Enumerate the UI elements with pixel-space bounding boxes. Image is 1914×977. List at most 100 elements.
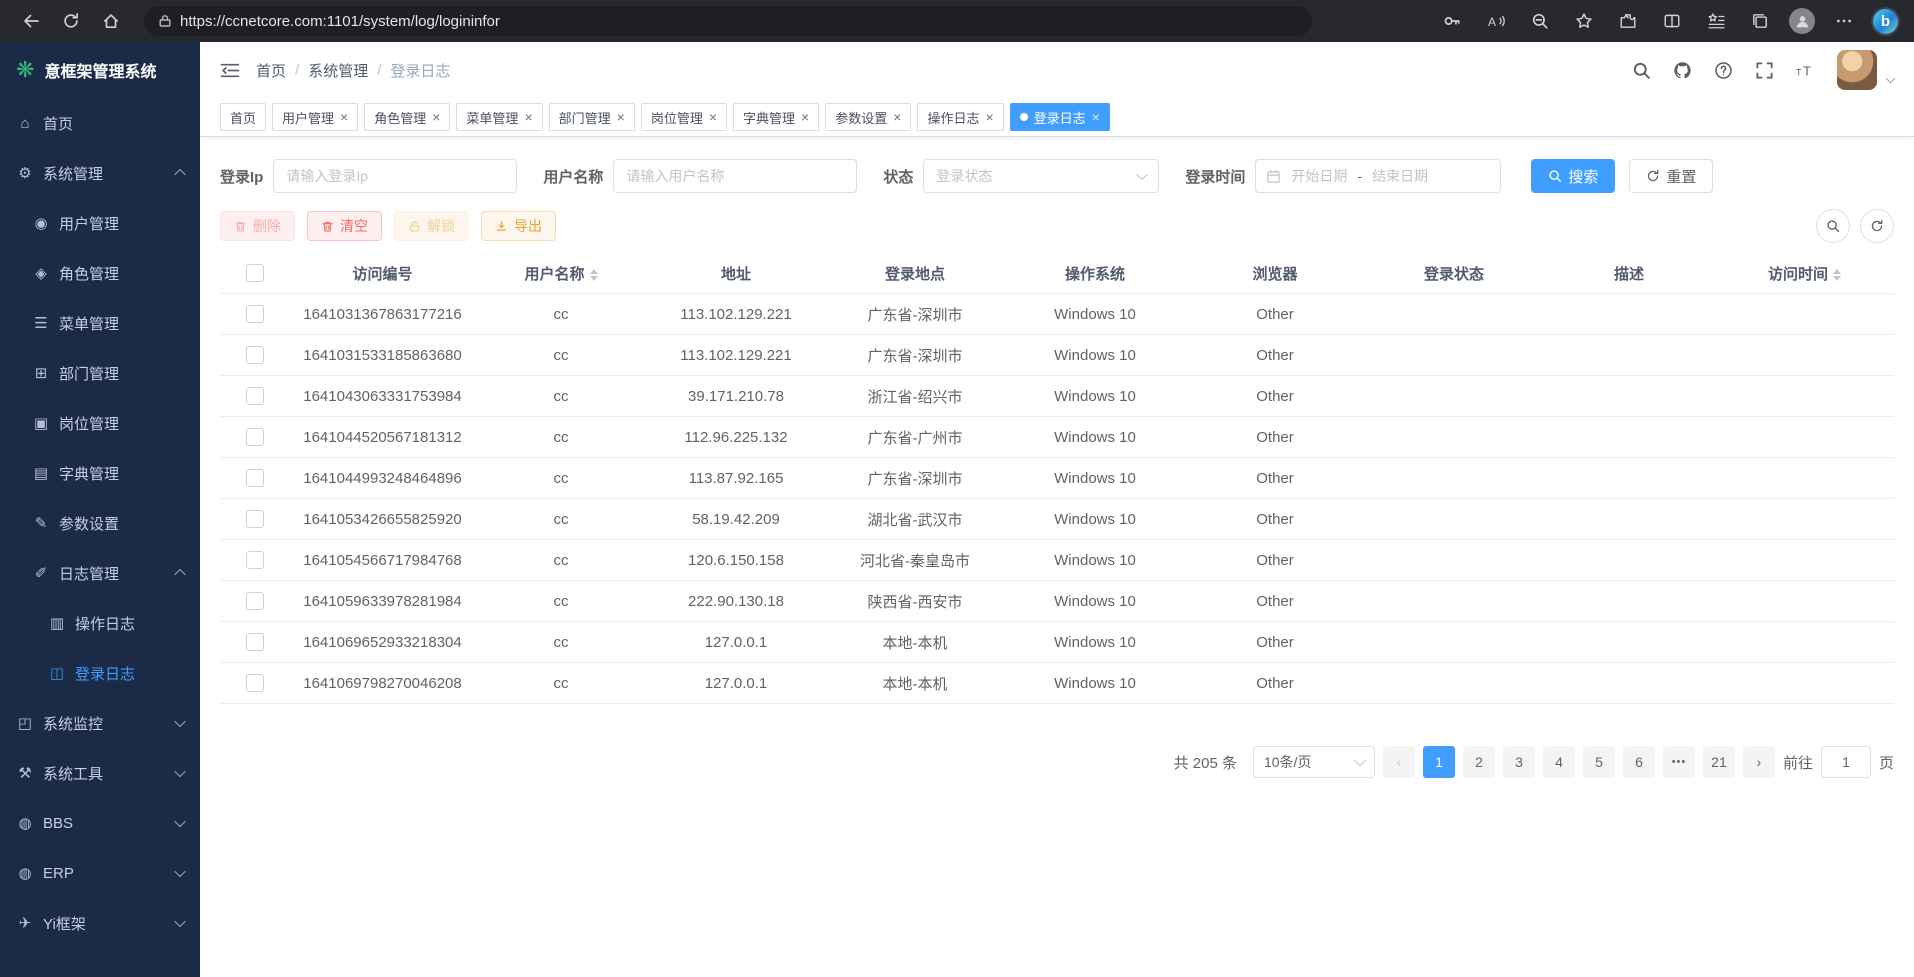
sidebar-item-operation-log[interactable]: ▥操作日志: [0, 598, 200, 648]
user-avatar[interactable]: [1837, 50, 1877, 90]
row-checkbox[interactable]: [246, 592, 264, 610]
collapse-sidebar-icon[interactable]: [220, 62, 240, 79]
sidebar-item-department-management[interactable]: ⊞部门管理: [0, 348, 200, 398]
tab-role-management[interactable]: 角色管理×: [364, 103, 450, 131]
bing-icon[interactable]: b: [1873, 9, 1898, 34]
help-icon[interactable]: [1714, 61, 1733, 80]
tab-dict-management[interactable]: 字典管理×: [733, 103, 819, 131]
tab-close-icon[interactable]: ×: [432, 110, 440, 124]
fullscreen-icon[interactable]: [1755, 61, 1774, 80]
tab-close-icon[interactable]: ×: [709, 110, 717, 124]
sidebar-item-param-settings[interactable]: ✎参数设置: [0, 498, 200, 548]
tab-close-icon[interactable]: ×: [985, 110, 993, 124]
zoom-out-icon[interactable]: [1525, 6, 1555, 36]
sidebar-item-bbs[interactable]: ◍BBS: [0, 798, 200, 848]
sidebar-item-system-management[interactable]: ⚙系统管理: [0, 148, 200, 198]
browser-refresh-icon[interactable]: [56, 6, 86, 36]
start-date-placeholder[interactable]: 开始日期: [1291, 166, 1347, 186]
sidebar-item-log-management[interactable]: ✐日志管理: [0, 548, 200, 598]
prev-page-button[interactable]: ‹: [1383, 746, 1415, 778]
row-checkbox[interactable]: [246, 387, 264, 405]
clear-button[interactable]: 清空: [307, 211, 382, 241]
sidebar-item-home[interactable]: ⌂首页: [0, 98, 200, 148]
browser-home-icon[interactable]: [96, 6, 126, 36]
page-size-select[interactable]: 10条/页: [1253, 746, 1375, 778]
sort-icon[interactable]: [1833, 269, 1841, 281]
breadcrumb-home[interactable]: 首页: [256, 60, 286, 81]
sidebar-item-erp[interactable]: ◍ERP: [0, 848, 200, 898]
read-aloud-icon[interactable]: A: [1481, 6, 1511, 36]
tab-close-icon[interactable]: ×: [340, 110, 348, 124]
tab-menu-management[interactable]: 菜单管理×: [456, 103, 542, 131]
password-key-icon[interactable]: [1437, 6, 1467, 36]
select-all-checkbox[interactable]: [246, 264, 264, 282]
export-button[interactable]: 导出: [481, 211, 556, 241]
next-page-button[interactable]: ›: [1743, 746, 1775, 778]
row-checkbox[interactable]: [246, 674, 264, 692]
tab-close-icon[interactable]: ×: [1092, 110, 1100, 124]
url-text[interactable]: https://ccnetcore.com:1101/system/log/lo…: [180, 13, 500, 30]
sidebar-item-dict-management[interactable]: ▤字典管理: [0, 448, 200, 498]
collections-icon[interactable]: [1745, 6, 1775, 36]
font-size-icon[interactable]: TT: [1796, 61, 1815, 80]
add-favorite-icon[interactable]: [1569, 6, 1599, 36]
sidebar-item-user-management[interactable]: ◉用户管理: [0, 198, 200, 248]
row-checkbox[interactable]: [246, 428, 264, 446]
sidebar-item-login-log[interactable]: ◫登录日志: [0, 648, 200, 698]
end-date-placeholder[interactable]: 结束日期: [1372, 166, 1428, 186]
sidebar-item-system-monitor[interactable]: ◰系统监控: [0, 698, 200, 748]
more-pages-icon[interactable]: •••: [1663, 746, 1695, 778]
tab-home[interactable]: 首页: [220, 103, 266, 131]
sort-icon[interactable]: [590, 269, 598, 281]
login-ip-input[interactable]: [273, 159, 517, 193]
page-button-1[interactable]: 1: [1423, 746, 1455, 778]
more-options-icon[interactable]: [1829, 6, 1859, 36]
tab-user-management[interactable]: 用户管理×: [272, 103, 358, 131]
status-select[interactable]: 登录状态: [923, 159, 1159, 193]
login-time-range[interactable]: 开始日期 - 结束日期: [1255, 159, 1501, 193]
sidebar-item-role-management[interactable]: ◈角色管理: [0, 248, 200, 298]
address-bar[interactable]: https://ccnetcore.com:1101/system/log/lo…: [144, 6, 1312, 36]
delete-button[interactable]: 删除: [220, 211, 295, 241]
tab-close-icon[interactable]: ×: [801, 110, 809, 124]
column-header-visit-time[interactable]: 访问时间: [1715, 253, 1894, 294]
sidebar-item-menu-management[interactable]: ☰菜单管理: [0, 298, 200, 348]
tab-operation-log[interactable]: 操作日志×: [917, 103, 1003, 131]
page-button-2[interactable]: 2: [1463, 746, 1495, 778]
tab-close-icon[interactable]: ×: [617, 110, 625, 124]
sidebar-item-post-management[interactable]: ▣岗位管理: [0, 398, 200, 448]
unlock-button[interactable]: 解锁: [394, 211, 469, 241]
row-checkbox[interactable]: [246, 346, 264, 364]
extensions-icon[interactable]: [1613, 6, 1643, 36]
page-button-3[interactable]: 3: [1503, 746, 1535, 778]
tab-close-icon[interactable]: ×: [524, 110, 532, 124]
user-name-input[interactable]: [613, 159, 857, 193]
browser-profile-avatar[interactable]: [1789, 8, 1815, 34]
tab-param-settings[interactable]: 参数设置×: [825, 103, 911, 131]
search-icon[interactable]: [1632, 61, 1651, 80]
breadcrumb-system[interactable]: 系统管理: [308, 60, 368, 81]
row-checkbox[interactable]: [246, 633, 264, 651]
row-checkbox[interactable]: [246, 510, 264, 528]
row-checkbox[interactable]: [246, 305, 264, 323]
tab-login-log[interactable]: 登录日志×: [1010, 103, 1110, 131]
row-checkbox[interactable]: [246, 469, 264, 487]
page-button-4[interactable]: 4: [1543, 746, 1575, 778]
sidebar-item-system-tools[interactable]: ⚒系统工具: [0, 748, 200, 798]
page-button-21[interactable]: 21: [1703, 746, 1735, 778]
page-button-5[interactable]: 5: [1583, 746, 1615, 778]
tab-close-icon[interactable]: ×: [893, 110, 901, 124]
github-icon[interactable]: [1673, 61, 1692, 80]
row-checkbox[interactable]: [246, 551, 264, 569]
reset-button[interactable]: 重置: [1629, 159, 1713, 193]
toggle-search-icon[interactable]: [1816, 209, 1850, 243]
sidebar-item-yi-framework[interactable]: ✈Yi框架: [0, 898, 200, 948]
search-button[interactable]: 搜索: [1531, 159, 1615, 193]
refresh-table-icon[interactable]: [1860, 209, 1894, 243]
browser-back-icon[interactable]: [16, 6, 46, 36]
jump-page-input[interactable]: [1821, 746, 1871, 778]
tab-department-management[interactable]: 部门管理×: [549, 103, 635, 131]
page-button-6[interactable]: 6: [1623, 746, 1655, 778]
tab-post-management[interactable]: 岗位管理×: [641, 103, 727, 131]
split-screen-icon[interactable]: [1657, 6, 1687, 36]
